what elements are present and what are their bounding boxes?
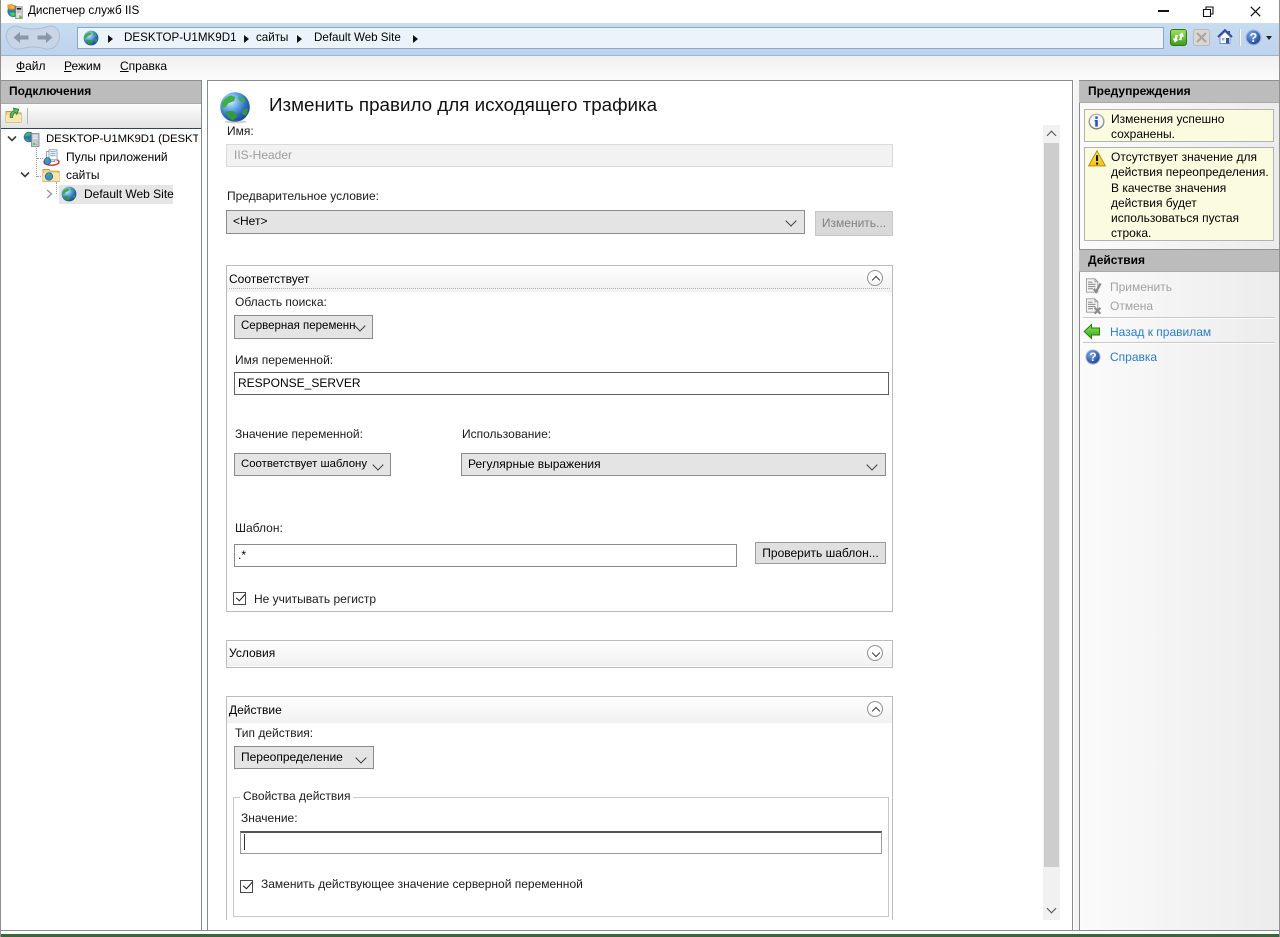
svg-text:?: ? <box>1089 351 1096 364</box>
svg-text:?: ? <box>1250 31 1258 45</box>
